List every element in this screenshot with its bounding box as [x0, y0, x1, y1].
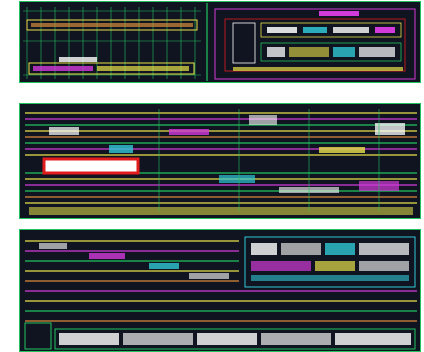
highlight-marker — [42, 157, 140, 175]
bottom-strip-yellow — [97, 66, 189, 71]
bottom-strip-magenta — [33, 66, 93, 71]
cad-drawing-panel-top — [19, 1, 421, 83]
cad-drawing-top — [19, 1, 421, 83]
cad-drawing-middle — [19, 103, 421, 219]
right-equipment-area — [244, 236, 416, 288]
cad-drawing-bottom — [19, 229, 421, 352]
top-strip-fill — [31, 23, 193, 27]
bottom-strip-white — [59, 57, 97, 62]
cad-drawing-panel-middle — [19, 103, 421, 219]
cad-drawing-panel-bottom — [19, 229, 421, 352]
